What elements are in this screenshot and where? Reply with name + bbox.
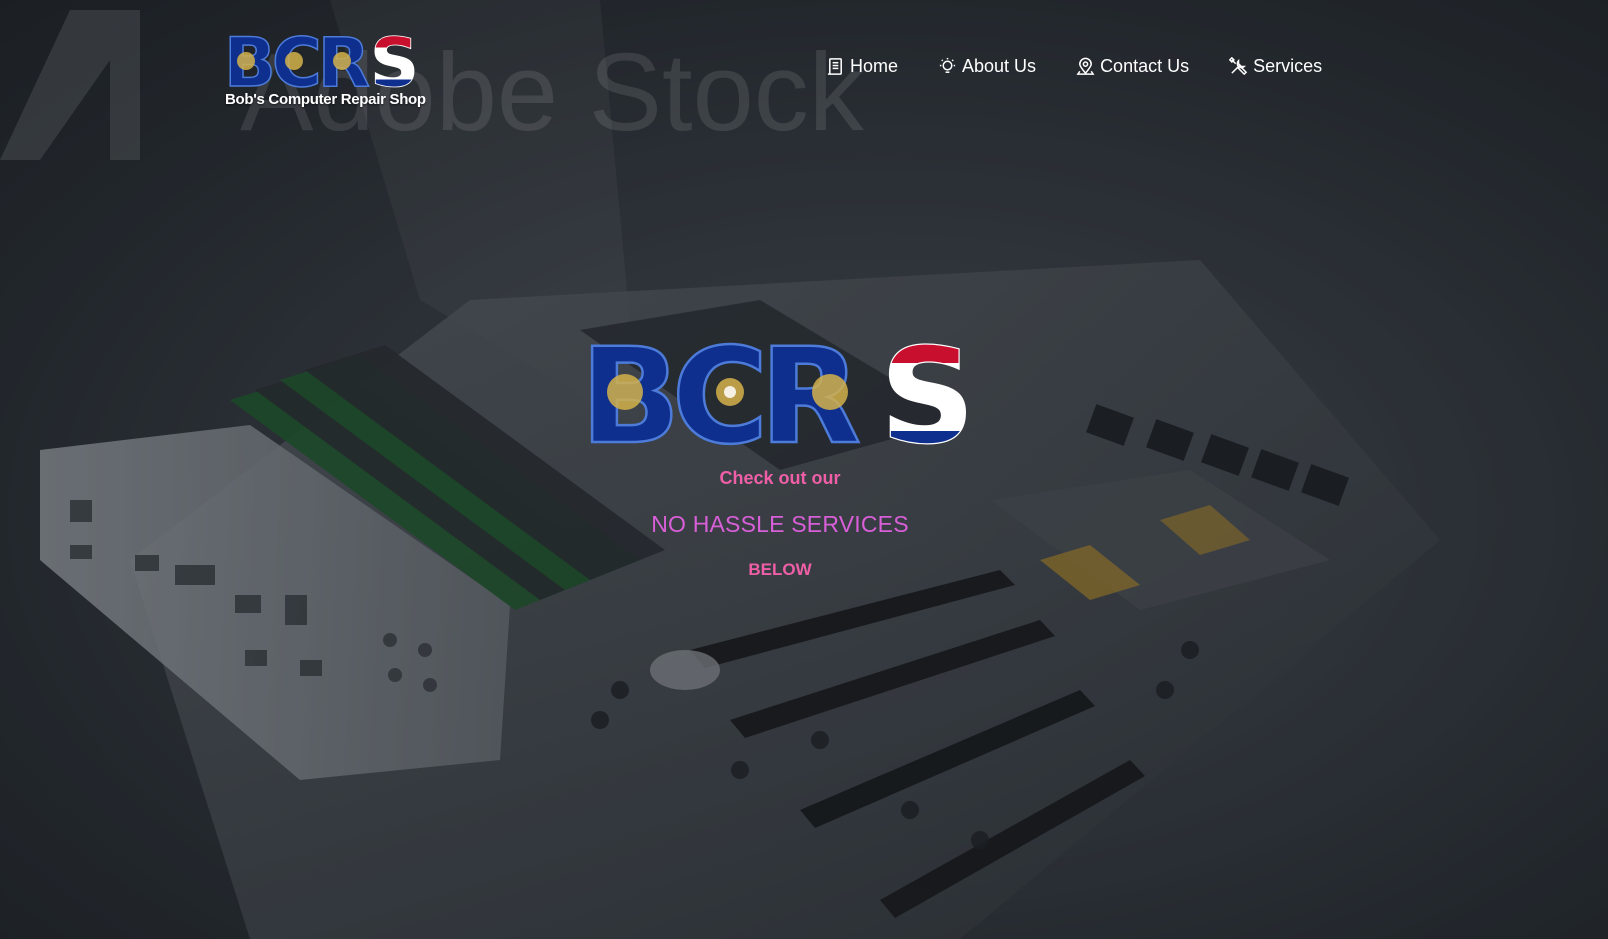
brand-home-link[interactable]: BCR S Bob's Computer Repair Shop — [224, 28, 434, 108]
hero-intro-text: Check out our — [719, 468, 841, 488]
nav-home[interactable]: Home — [826, 56, 898, 77]
bcrs-logo-icon: BCR S — [224, 28, 419, 90]
nav-about-us-label: About Us — [962, 56, 1037, 76]
hero-headline: NO HASSLE SERVICES — [651, 511, 909, 537]
nav-about-us[interactable]: About Us — [938, 56, 1036, 77]
main-nav: Home About Us Contact Us Services — [826, 56, 1322, 77]
lightbulb-icon — [938, 57, 957, 76]
nav-services[interactable]: Services — [1229, 56, 1322, 77]
nav-contact-us-label: Contact Us — [1100, 56, 1190, 76]
hero-section: BCR S Check out our NO HASSLE SERVICES B… — [0, 330, 1560, 580]
svg-text:S: S — [370, 28, 419, 90]
hero-bcrs-logo-icon: BCR S — [580, 330, 976, 450]
brand-name: Bob's Computer Repair Shop — [225, 91, 426, 108]
svg-text:S: S — [880, 330, 975, 450]
tools-icon — [1229, 57, 1248, 76]
site-header: BCR S Bob's Computer Repair Shop Home — [0, 0, 1608, 130]
map-pin-icon — [1076, 57, 1095, 76]
hero-outro-text: BELOW — [748, 560, 812, 579]
document-icon — [826, 57, 845, 76]
nav-home-label: Home — [850, 56, 899, 76]
nav-services-label: Services — [1253, 56, 1323, 76]
nav-contact-us[interactable]: Contact Us — [1076, 56, 1189, 77]
